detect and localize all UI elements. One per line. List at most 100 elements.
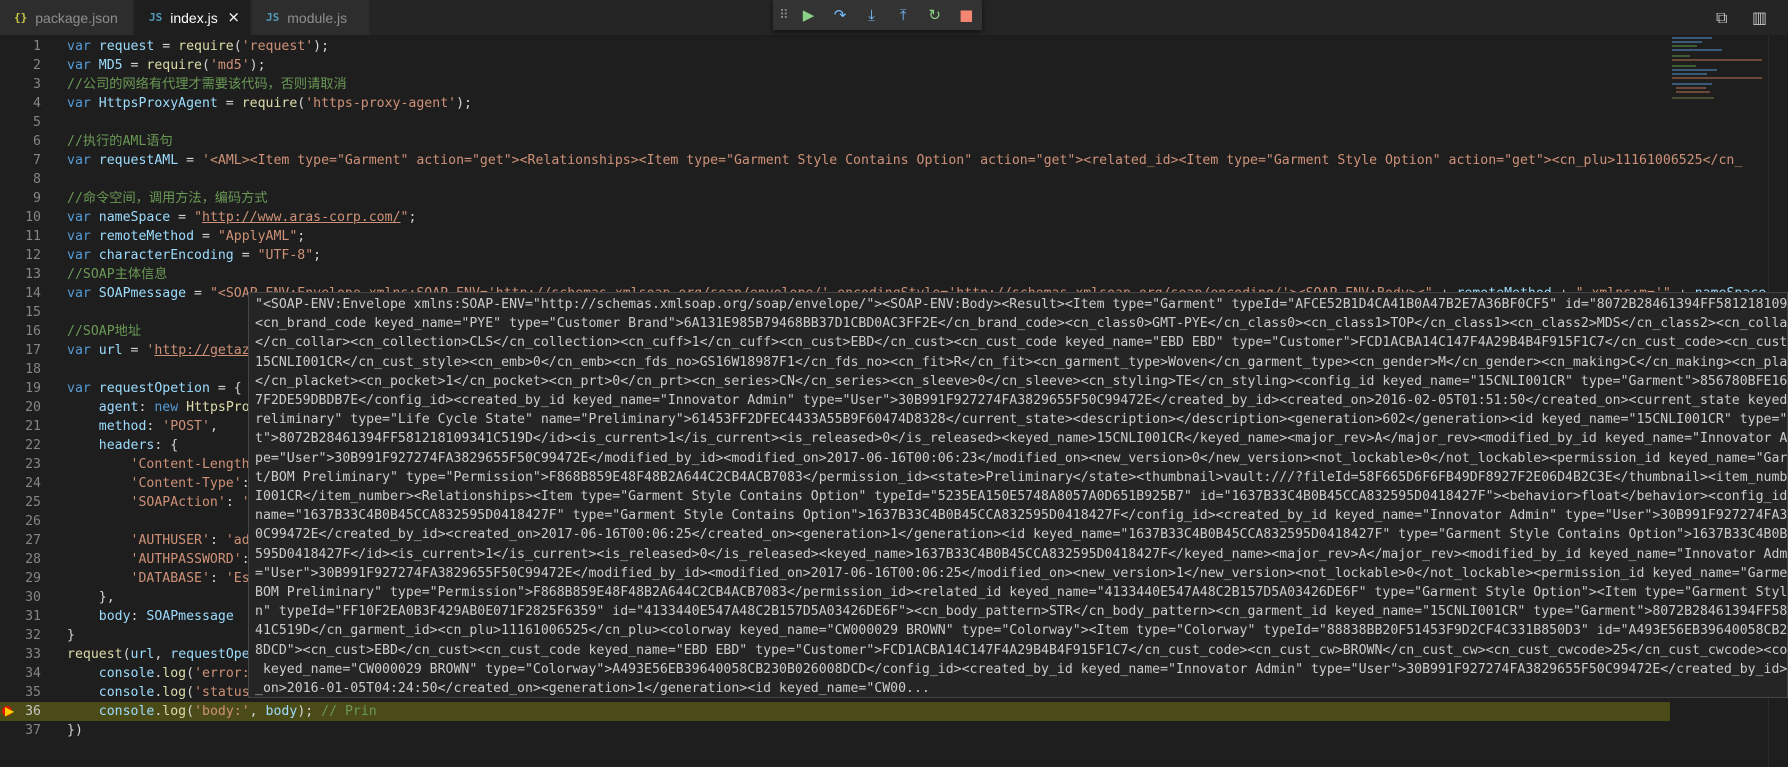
code-text: } [67, 628, 75, 643]
line-number: 24 [25, 476, 41, 491]
code-text: 'SOAPAction': '/ [130, 495, 258, 510]
tab-label: index.js [170, 9, 218, 26]
code-text: //执行的AML语句 [67, 134, 173, 149]
code-line[interactable]: 5 [0, 113, 1670, 132]
code-line[interactable]: 1 var request = require('request'); [0, 37, 1670, 56]
drag-handle-icon[interactable]: ⠿ [773, 0, 793, 30]
code-text: headers: { [98, 438, 179, 453]
hover-value-line: 0C99472E</created_by_id><created_on>2017… [255, 527, 1788, 543]
line-number: 1 [33, 39, 41, 54]
line-number: 10 [25, 210, 41, 225]
line-number: 27 [25, 533, 41, 548]
split-editor-icon[interactable]: ⧉ [1716, 8, 1727, 28]
hover-value-line: pe="User">30B991F927274FA3829655F50C9947… [255, 450, 1788, 466]
line-number: 31 [25, 609, 41, 624]
code-line[interactable]: 3 //公司的网络有代理才需要该代码，否则请取消 [0, 75, 1670, 94]
code-line[interactable]: 2 var MD5 = require('md5'); [0, 56, 1670, 75]
code-text: //SOAP主体信息 [67, 267, 168, 282]
line-number: 7 [33, 153, 41, 168]
line-number: 22 [25, 438, 41, 453]
line-number: 26 [25, 514, 41, 529]
line-number: 30 [25, 590, 41, 605]
line-number: 19 [25, 381, 41, 396]
stop-icon[interactable]: ■ [950, 0, 982, 30]
line-number: 21 [25, 419, 41, 434]
line-number: 37 [25, 723, 41, 738]
hover-value-line: name="1637B33C4B0B45CCA832595D0418427F" … [255, 508, 1788, 524]
line-number: 11 [25, 229, 41, 244]
code-line[interactable]: 6 //执行的AML语句 [0, 132, 1670, 151]
hover-value-line: reliminary" type="Life Cycle State" name… [255, 412, 1788, 428]
step-out-icon[interactable]: ⤒ [887, 0, 919, 30]
code-line[interactable]: 10 var nameSpace = "http://www.aras-corp.… [0, 208, 1670, 227]
step-into-icon[interactable]: ⤓ [856, 0, 888, 30]
line-number: 36 [25, 704, 41, 719]
code-text: 'AUTHUSER': 'adm [130, 533, 258, 548]
hover-value-line: BOM Preliminary" type="Permission">F868B… [255, 585, 1788, 600]
code-line[interactable]: 9 //命令空间，调用方法，编码方式 [0, 189, 1670, 208]
line-number: 12 [25, 248, 41, 263]
debug-toolbar: ⠿ ▶ ↷ ⤓ ⤒ ↻ ■ [773, 0, 982, 30]
line-number: 14 [25, 286, 41, 301]
code-text: method: 'POST', [98, 419, 218, 434]
line-number: 25 [25, 495, 41, 510]
line-number: 17 [25, 343, 41, 358]
code-text: //命令空间，调用方法，编码方式 [67, 191, 268, 206]
close-icon[interactable]: × [227, 8, 240, 26]
code-text: 'DATABASE': 'Esq [130, 571, 258, 586]
code-text: 'Content-Type': [130, 476, 250, 491]
code-text: //公司的网络有代理才需要该代码，否则请取消 [67, 77, 347, 92]
tab-module-js[interactable]: JS module.js [252, 0, 370, 35]
hover-value-line: </cn_placket><cn_pocket>1</cn_pocket><cn… [255, 373, 1788, 389]
continue-icon[interactable]: ▶ [793, 0, 825, 30]
hover-value-line: 8DCD"><cn_cust>EBD</cn_cust><cn_cust_cod… [255, 642, 1788, 658]
hover-value-line: n" typeId="FF10F2EA0B3F429AB0E071F2825F6… [255, 604, 1788, 620]
line-number: 6 [33, 134, 41, 149]
code-line[interactable]: 7 var requestAML = '<AML><Item type="Garm… [0, 151, 1742, 170]
code-text: var characterEncoding = "UTF-8"; [67, 248, 322, 263]
json-file-icon: {} [14, 11, 28, 24]
code-line[interactable]: 11 var remoteMethod = "ApplyAML"; [0, 227, 1670, 246]
line-number: 32 [25, 628, 41, 643]
tab-label: package.json [35, 9, 118, 26]
more-actions-icon[interactable]: ▥ [1752, 8, 1767, 27]
line-number: 16 [25, 324, 41, 339]
code-line[interactable]: ▶ 36 console.log('body:', body); // Prin [0, 702, 1670, 721]
hover-value-line: 15CNLI001CR</cn_cust_style><cn_emb>0</cn… [255, 354, 1788, 370]
hover-value-line: 41C519D</cn_garment_id><cn_plu>111610065… [255, 623, 1788, 639]
code-text: var MD5 = require('md5'); [67, 58, 266, 73]
code-line[interactable]: 8 [0, 170, 1670, 189]
code-text: var requestOpetion = { [67, 381, 242, 396]
code-text: var requestAML = '<AML><Item type="Garme… [67, 153, 1743, 168]
code-line[interactable]: 4 var HttpsProxyAgent = require('https-pr… [0, 94, 1670, 113]
line-number: 15 [25, 305, 41, 320]
step-over-icon[interactable]: ↷ [824, 0, 856, 30]
hover-value-line: 7F2DE59DBDB7E</config_id><created_by_id … [255, 393, 1788, 408]
code-text: var request = require('request'); [67, 39, 330, 54]
code-text: 'Content-Length [130, 457, 250, 472]
code-line[interactable]: 12 var characterEncoding = "UTF-8"; [0, 246, 1670, 265]
code-line[interactable]: 13 //SOAP主体信息 [0, 265, 1670, 284]
code-text: }) [67, 723, 83, 738]
code-text: }, [67, 590, 115, 605]
js-file-icon: JS [266, 11, 280, 24]
code-text: console.log('status( [98, 685, 258, 700]
code-line[interactable]: 37}) [0, 721, 1670, 740]
tab-package-json[interactable]: {} package.json [0, 0, 134, 35]
code-text: agent: new HttpsProx [98, 400, 258, 415]
hover-value-line: t">8072B28461394FF581218109341C519D</id>… [255, 431, 1788, 447]
minimap[interactable] [1672, 35, 1764, 105]
line-number: 33 [25, 647, 41, 662]
restart-icon[interactable]: ↻ [919, 0, 951, 30]
js-file-icon: JS [149, 11, 163, 24]
hover-value-line: _on>2016-01-05T04:24:50</created_on><gen… [255, 681, 930, 696]
line-number: 3 [33, 77, 41, 92]
line-number: 8 [33, 172, 41, 187]
line-number: 35 [25, 685, 41, 700]
line-number: 2 [33, 58, 41, 73]
tab-index-js[interactable]: JS index.js × [135, 0, 251, 35]
line-number: 29 [25, 571, 41, 586]
line-number: 28 [25, 552, 41, 567]
hover-value-line: ="User">30B991F927274FA3829655F50C99472E… [255, 565, 1788, 581]
line-number: 9 [33, 191, 41, 206]
